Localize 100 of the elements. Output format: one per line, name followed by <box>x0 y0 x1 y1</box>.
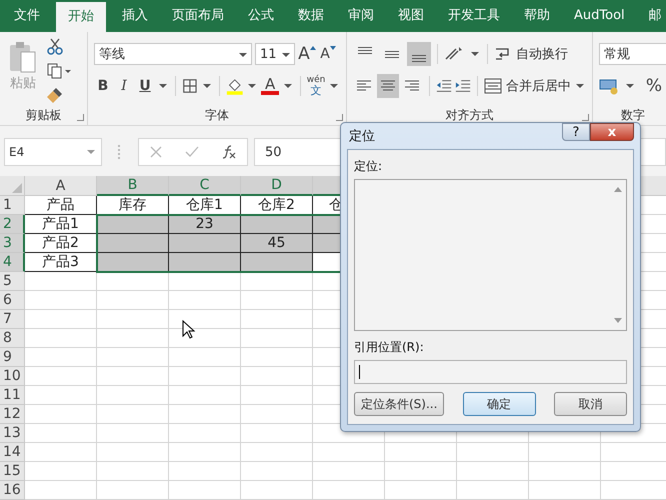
ribbon-tab[interactable]: 开发工具 <box>436 0 512 32</box>
table-cell <box>97 367 169 386</box>
table-cell <box>385 462 457 481</box>
row-header[interactable]: 11 <box>0 386 25 405</box>
table-cell <box>97 310 169 329</box>
ribbon-tab[interactable]: 开始 <box>56 2 106 32</box>
percent-button[interactable]: % <box>645 75 663 97</box>
column-header[interactable]: A <box>25 176 97 196</box>
row-header[interactable]: 16 <box>0 481 25 500</box>
table-cell <box>241 443 313 462</box>
ribbon-tab[interactable]: 页面布局 <box>160 0 236 32</box>
ok-button[interactable]: 确定 <box>462 392 536 416</box>
bold-button[interactable]: B <box>94 75 112 97</box>
row-header[interactable]: 7 <box>0 310 25 329</box>
caret-icon[interactable] <box>202 84 211 88</box>
row-header[interactable]: 10 <box>0 367 25 386</box>
dialog-title: 定位 <box>349 128 375 145</box>
function-icon[interactable] <box>220 145 237 159</box>
table-cell <box>385 443 457 462</box>
caret-icon[interactable] <box>284 84 292 88</box>
ribbon-tab[interactable]: 审阅 <box>336 0 386 32</box>
caret-icon[interactable] <box>159 84 167 88</box>
table-cell <box>169 462 241 481</box>
number-format-dropdown[interactable]: 常规 <box>599 43 666 65</box>
row-header[interactable]: 1 <box>0 196 25 215</box>
paintbrush-icon[interactable] <box>46 86 64 104</box>
row-header[interactable]: 8 <box>0 329 25 348</box>
row-header[interactable]: 5 <box>0 272 25 291</box>
row-header[interactable]: 12 <box>0 405 25 424</box>
caret-icon[interactable] <box>248 84 256 88</box>
table-cell <box>97 329 169 348</box>
ribbon-tab[interactable]: AudTool <box>562 0 637 32</box>
ribbon-tab[interactable]: 文件 <box>2 0 52 32</box>
italic-button[interactable]: I <box>115 75 133 97</box>
table-cell <box>25 367 97 386</box>
column-header[interactable]: D <box>241 176 313 196</box>
underline-button[interactable]: U <box>136 75 154 97</box>
horizontal-align-button[interactable] <box>377 74 399 98</box>
row-header[interactable]: 6 <box>0 291 25 310</box>
table-cell <box>25 443 97 462</box>
scroll-down-icon[interactable] <box>614 318 622 324</box>
ribbon-tab[interactable]: 邮 <box>636 0 666 32</box>
row-header[interactable]: 13 <box>0 424 25 443</box>
row-header[interactable]: 9 <box>0 348 25 367</box>
table-cell <box>529 462 601 481</box>
table-cell <box>457 443 529 462</box>
table-cell <box>313 443 385 462</box>
phonetic-button[interactable]: wén 文 <box>307 75 325 97</box>
ribbon-tab[interactable]: 帮助 <box>512 0 562 32</box>
table-cell: 产品2 <box>25 234 97 253</box>
special-button[interactable]: 定位条件(S)... <box>354 392 444 416</box>
caret-icon[interactable] <box>330 84 338 88</box>
ribbon-tab[interactable]: 数据 <box>286 0 336 32</box>
row-header[interactable]: 3 <box>0 234 25 253</box>
reference-field[interactable] <box>354 360 627 384</box>
merge-center-button[interactable]: 合并后居中 <box>484 77 571 95</box>
ribbon-tab[interactable]: 插入 <box>110 0 160 32</box>
caret-icon[interactable] <box>471 52 479 56</box>
table-cell <box>97 405 169 424</box>
up-triangle-icon <box>310 46 316 50</box>
shrink-font-button[interactable]: A <box>319 43 337 65</box>
table-cell <box>97 348 169 367</box>
table-cell: 产品 <box>25 196 97 215</box>
cancel-button[interactable]: 取消 <box>554 392 627 416</box>
grow-font-button[interactable]: A <box>298 43 316 65</box>
table-cell <box>385 481 457 500</box>
row-header[interactable]: 14 <box>0 443 25 462</box>
decrease-indent-icon[interactable] <box>436 78 452 94</box>
table-cell <box>169 272 241 291</box>
table-cell <box>25 462 97 481</box>
column-header[interactable]: B <box>97 176 169 196</box>
scissors-icon[interactable] <box>46 38 64 56</box>
table-cell: 23 <box>169 215 241 234</box>
row-header[interactable]: 2 <box>0 215 25 234</box>
wrap-text-button[interactable]: 自动换行 <box>494 45 568 63</box>
ribbon-tab[interactable]: 视图 <box>386 0 436 32</box>
table-cell <box>169 386 241 405</box>
dialog-launcher-icon[interactable] <box>336 114 343 121</box>
scroll-up-icon[interactable] <box>614 186 622 192</box>
vertical-align-button[interactable] <box>407 42 431 66</box>
table-cell <box>169 443 241 462</box>
font-size-dropdown[interactable]: 11 <box>255 43 295 65</box>
name-box[interactable]: E4 <box>4 138 102 166</box>
dialog-launcher-icon[interactable] <box>77 114 84 121</box>
row-header[interactable]: 15 <box>0 462 25 481</box>
increase-indent-icon[interactable] <box>455 78 472 94</box>
table-cell <box>169 291 241 310</box>
row-header[interactable]: 4 <box>0 253 25 272</box>
font-name-dropdown[interactable]: 等线 <box>94 43 252 65</box>
check-icon[interactable] <box>184 145 200 159</box>
caret-icon[interactable] <box>626 84 634 88</box>
ribbon-tab[interactable]: 公式 <box>236 0 286 32</box>
borders-icon[interactable] <box>182 77 198 95</box>
font-color-button[interactable]: A <box>261 77 280 95</box>
caret-icon[interactable] <box>576 84 584 88</box>
dialog-launcher-icon[interactable] <box>582 114 589 121</box>
help-button[interactable]: ? <box>562 123 590 141</box>
copy-icon[interactable] <box>46 62 72 80</box>
group-label: 数字 <box>621 106 645 124</box>
column-header[interactable]: C <box>169 176 241 196</box>
